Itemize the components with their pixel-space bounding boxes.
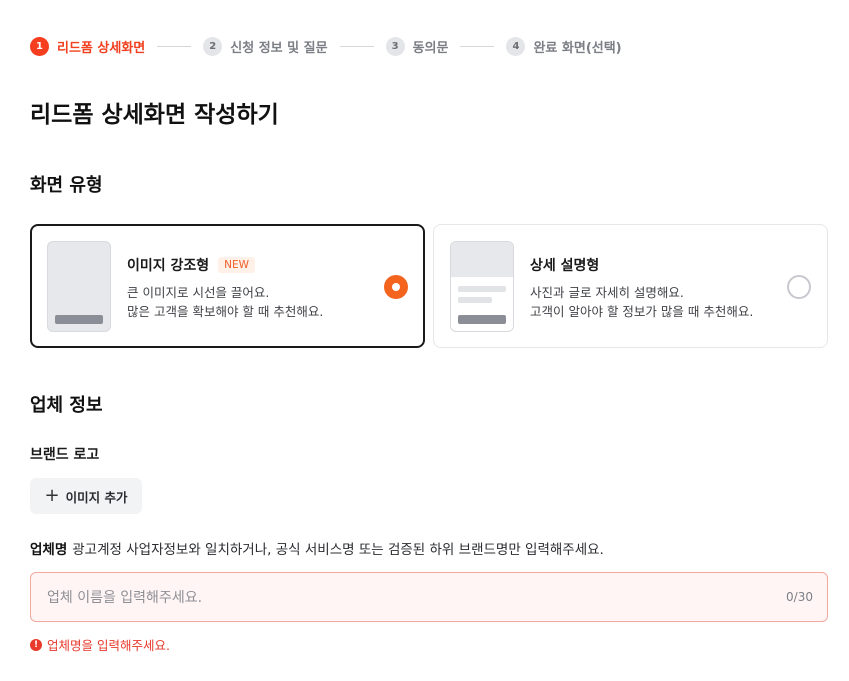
- step-divider: [157, 45, 192, 47]
- step-number: 3: [385, 36, 405, 56]
- detail-layout-thumbnail: [450, 241, 514, 332]
- image-layout-thumbnail: [47, 241, 111, 332]
- step-divider: [460, 45, 495, 47]
- new-badge: NEW: [218, 257, 256, 273]
- thumbnail-text-line: [458, 297, 492, 303]
- page-title: 리드폼 상세화면 작성하기: [30, 102, 279, 128]
- step-4[interactable]: 4 완료 화면(선택): [506, 36, 622, 56]
- page: 1 리드폼 상세화면 2 신청 정보 및 질문 3 동의문 4 완료 화면(선택…: [0, 0, 849, 681]
- screen-type-option-image[interactable]: 이미지 강조형 NEW 큰 이미지로 시선을 끌어요. 많은 고객을 확보해야 …: [30, 224, 425, 348]
- error-icon: !: [30, 638, 42, 651]
- company-name-label-row: 업체명 광고계정 사업자정보와 일치하거나, 공식 서비스명 또는 검증된 하위 …: [30, 538, 604, 558]
- option-title-text: 상세 설명형: [530, 258, 600, 274]
- company-name-help: 광고계정 사업자정보와 일치하거나, 공식 서비스명 또는 검증된 하위 브랜드…: [72, 542, 604, 558]
- option-desc-line: 큰 이미지로 시선을 끌어요.: [127, 285, 270, 300]
- option-title: 상세 설명형: [530, 255, 599, 275]
- screen-type-heading: 화면 유형: [30, 175, 103, 196]
- option-desc-line: 많은 고객을 확보해야 할 때 추천해요.: [127, 304, 324, 319]
- add-image-label: 이미지 추가: [65, 489, 128, 505]
- option-title-text: 이미지 강조형: [127, 258, 210, 274]
- option-desc-line: 사진과 글로 자세히 설명해요.: [530, 285, 684, 300]
- error-text: 업체명을 입력해주세요.: [47, 638, 170, 653]
- company-info-heading: 업체 정보: [30, 395, 103, 416]
- plus-icon: +: [44, 485, 60, 506]
- company-name-error: ! 업체명을 입력해주세요.: [30, 635, 170, 654]
- thumbnail-text-line: [458, 286, 506, 292]
- radio-selected[interactable]: [384, 275, 408, 299]
- thumbnail-button-bar: [458, 315, 506, 324]
- radio-unselected[interactable]: [787, 275, 811, 299]
- company-name-input[interactable]: [45, 573, 769, 623]
- step-divider: [339, 45, 374, 47]
- step-3[interactable]: 3 동의문: [385, 36, 449, 56]
- step-label: 신청 정보 및 질문: [230, 40, 328, 56]
- add-image-button[interactable]: + 이미지 추가: [30, 478, 142, 514]
- option-desc-line: 고객이 알아야 할 정보가 많을 때 추천해요.: [530, 304, 754, 319]
- step-label: 동의문: [412, 40, 449, 56]
- step-1[interactable]: 1 리드폼 상세화면: [30, 36, 146, 56]
- option-description: 큰 이미지로 시선을 끌어요. 많은 고객을 확보해야 할 때 추천해요.: [127, 283, 323, 321]
- brand-logo-label: 브랜드 로고: [30, 447, 100, 463]
- company-name-field: 0/30: [30, 572, 828, 623]
- step-label: 완료 화면(선택): [533, 40, 622, 56]
- step-number: 4: [506, 36, 526, 56]
- company-name-label: 업체명: [30, 542, 68, 558]
- option-title: 이미지 강조형 NEW: [127, 255, 256, 275]
- stepper: 1 리드폼 상세화면 2 신청 정보 및 질문 3 동의문 4 완료 화면(선택…: [30, 36, 622, 56]
- thumbnail-image-area: [451, 242, 513, 277]
- step-2[interactable]: 2 신청 정보 및 질문: [203, 36, 328, 56]
- thumbnail-button-bar: [55, 315, 103, 324]
- screen-type-option-detail[interactable]: 상세 설명형 사진과 글로 자세히 설명해요. 고객이 알아야 할 정보가 많을…: [433, 224, 828, 348]
- step-number: 2: [203, 36, 223, 56]
- step-number: 1: [30, 36, 49, 56]
- char-counter: 0/30: [786, 590, 813, 604]
- option-description: 사진과 글로 자세히 설명해요. 고객이 알아야 할 정보가 많을 때 추천해요…: [530, 283, 753, 321]
- step-label: 리드폼 상세화면: [57, 40, 146, 56]
